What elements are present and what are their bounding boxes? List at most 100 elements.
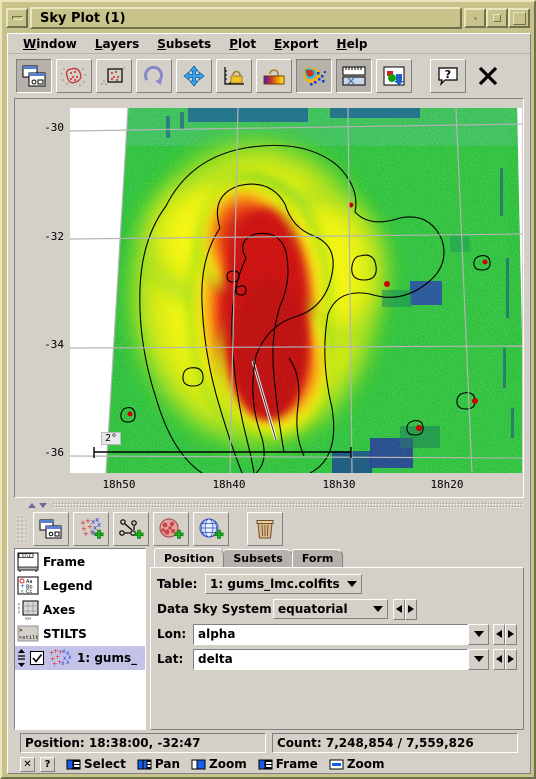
window-restore-button[interactable] xyxy=(486,8,508,28)
divider-down-arrow-icon[interactable] xyxy=(39,502,47,508)
tab-bar: Position Subsets Form xyxy=(150,548,524,567)
page-title: Sky Plot (1) xyxy=(40,10,126,26)
chevron-down-icon xyxy=(473,656,484,662)
lat-next-button[interactable] xyxy=(505,648,517,670)
blob-select-button[interactable] xyxy=(56,59,92,93)
rescale-icon xyxy=(144,65,163,85)
remove-layer-button[interactable] xyxy=(247,512,283,546)
sidebar-item-layer-1[interactable]: + + + + + + + xxx xxx 1: gums_ xyxy=(15,646,145,670)
menu-help[interactable]: Help xyxy=(328,35,377,53)
position-tab-panel: Table: 1: gums_lmc.colfits Data Sky Syst… xyxy=(150,567,524,730)
add-position-layer-button[interactable]: + + + + + + xxx xx xyxy=(73,512,109,546)
lat-prev-button[interactable] xyxy=(493,648,505,670)
mouse-action-label: Frame xyxy=(275,757,318,771)
layer-visible-checkbox[interactable] xyxy=(30,651,44,665)
arrow-right-icon xyxy=(508,630,514,638)
plot-panel[interactable]: -30 -32 -34 -36 18h50 18h40 18h30 18h20 xyxy=(14,98,524,498)
lon-dropdown-button[interactable] xyxy=(468,623,489,645)
tree-item-label: Axes xyxy=(43,603,76,617)
move-arrows-icon xyxy=(183,65,205,87)
stilts-icon: > >stilts xyxy=(17,625,39,642)
sidebar-item-legend[interactable]: Aa + Bb × Cc Legend xyxy=(15,574,145,598)
tab-subsets[interactable]: Subsets xyxy=(223,549,293,567)
navigation-help-button[interactable]: ? xyxy=(40,756,55,772)
arrow-right-icon xyxy=(508,655,514,663)
divider-grip[interactable] xyxy=(52,502,524,508)
export-image-icon xyxy=(383,66,405,86)
maximize-icon xyxy=(512,11,526,25)
split-pane-divider[interactable] xyxy=(14,500,524,510)
lon-prev-button[interactable] xyxy=(493,623,505,645)
tab-position[interactable]: Position xyxy=(154,548,225,567)
sky-plot-canvas[interactable]: 2° xyxy=(70,108,522,473)
menu-bar: Window Layers Subsets Plot Export Help xyxy=(8,34,530,54)
sidebar-item-frame[interactable]: TITLE Frame xyxy=(15,550,145,574)
help-button[interactable]: ? xyxy=(430,59,466,93)
tab-form[interactable]: Form xyxy=(291,549,344,567)
window-minimize-button[interactable] xyxy=(6,8,28,28)
lat-dropdown-button[interactable] xyxy=(468,648,489,670)
progress-bar-button[interactable] xyxy=(336,59,372,93)
menu-subsets[interactable]: Subsets xyxy=(148,35,220,53)
title-frame-icon: TITLE xyxy=(17,552,39,572)
window-maximize-button[interactable] xyxy=(508,8,530,28)
close-button[interactable] xyxy=(470,59,506,93)
arrow-right-icon xyxy=(408,605,414,613)
sky-plot-window: Sky Plot (1) Window Layers Subsets Plot … xyxy=(0,0,536,779)
sketch-frames-button[interactable] xyxy=(296,59,332,93)
aux-lock-button[interactable] xyxy=(256,59,292,93)
lon-next-button[interactable] xyxy=(505,623,517,645)
export-image-button[interactable] xyxy=(376,59,412,93)
shade-icon xyxy=(473,16,477,20)
menu-window[interactable]: Window xyxy=(14,35,86,53)
table-select[interactable]: 1: gums_lmc.colfits xyxy=(205,574,362,594)
lat-value: delta xyxy=(198,652,233,666)
svg-text:TITLE: TITLE xyxy=(20,554,31,558)
dismiss-button[interactable]: ✕ xyxy=(20,756,35,772)
add-histogram-layer-button[interactable] xyxy=(153,512,189,546)
layer-detail-pane: Position Subsets Form Table: 1: gums_lmc… xyxy=(150,548,524,730)
lat-row: Lat: delta xyxy=(157,648,517,670)
sidebar-item-stilts[interactable]: > >stilts STILTS xyxy=(15,622,145,646)
divider-up-arrow-icon[interactable] xyxy=(28,502,36,508)
layer-toolbar: + + + + + + xxx xx xyxy=(14,510,524,548)
lon-label: Lon: xyxy=(157,627,187,641)
tree-item-label: Frame xyxy=(43,555,86,569)
rectangle-select-button[interactable] xyxy=(96,59,132,93)
sky-system-prev-button[interactable] xyxy=(393,598,405,620)
svg-text:x: x xyxy=(66,659,70,666)
count-readout: Count: 7,248,854 / 7,559,826 xyxy=(272,733,518,753)
menu-export[interactable]: Export xyxy=(265,35,327,53)
y-axis-tick-0: -30 xyxy=(44,121,64,134)
add-sky-layer-button[interactable] xyxy=(193,512,229,546)
sidebar-item-axes[interactable]: y y y xxx Axes xyxy=(15,598,145,622)
layer-split-window-button[interactable] xyxy=(33,512,69,546)
menu-plot[interactable]: Plot xyxy=(220,35,265,53)
sky-system-next-button[interactable] xyxy=(405,598,417,620)
drag-handle-icon[interactable] xyxy=(17,648,26,668)
mouse-button-middle-icon xyxy=(137,759,152,769)
menu-layers[interactable]: Layers xyxy=(86,35,148,53)
mouse-action-label: Pan xyxy=(154,757,181,771)
lon-input[interactable]: alpha xyxy=(193,623,468,645)
toolbar-drag-handle[interactable] xyxy=(16,515,26,543)
split-window-button[interactable] xyxy=(16,59,52,93)
rescale-button[interactable] xyxy=(136,59,172,93)
table-select-value: 1: gums_lmc.colfits xyxy=(210,577,340,591)
add-pair-layer-button[interactable] xyxy=(113,512,149,546)
arrow-left-icon xyxy=(496,655,502,663)
chevron-down-icon xyxy=(373,606,383,612)
sky-system-value: equatorial xyxy=(278,602,348,616)
axis-pan-button[interactable] xyxy=(176,59,212,93)
window-shade-button[interactable] xyxy=(464,8,486,28)
svg-text:Cc: Cc xyxy=(26,589,32,595)
arrow-left-icon xyxy=(496,630,502,638)
mouse-button-left-icon xyxy=(66,759,81,769)
layer-tree[interactable]: TITLE Frame Aa + Bb × Cc Legend y y y xx… xyxy=(14,548,146,730)
lat-input[interactable]: delta xyxy=(193,648,468,670)
sky-system-select[interactable]: equatorial xyxy=(273,599,388,619)
status-bar: Position: 18:38:00, -32:47 Count: 7,248,… xyxy=(14,730,524,773)
svg-text:×: × xyxy=(20,589,24,595)
axis-lock-button[interactable] xyxy=(216,59,252,93)
status-fields: Position: 18:38:00, -32:47 Count: 7,248,… xyxy=(20,733,518,753)
